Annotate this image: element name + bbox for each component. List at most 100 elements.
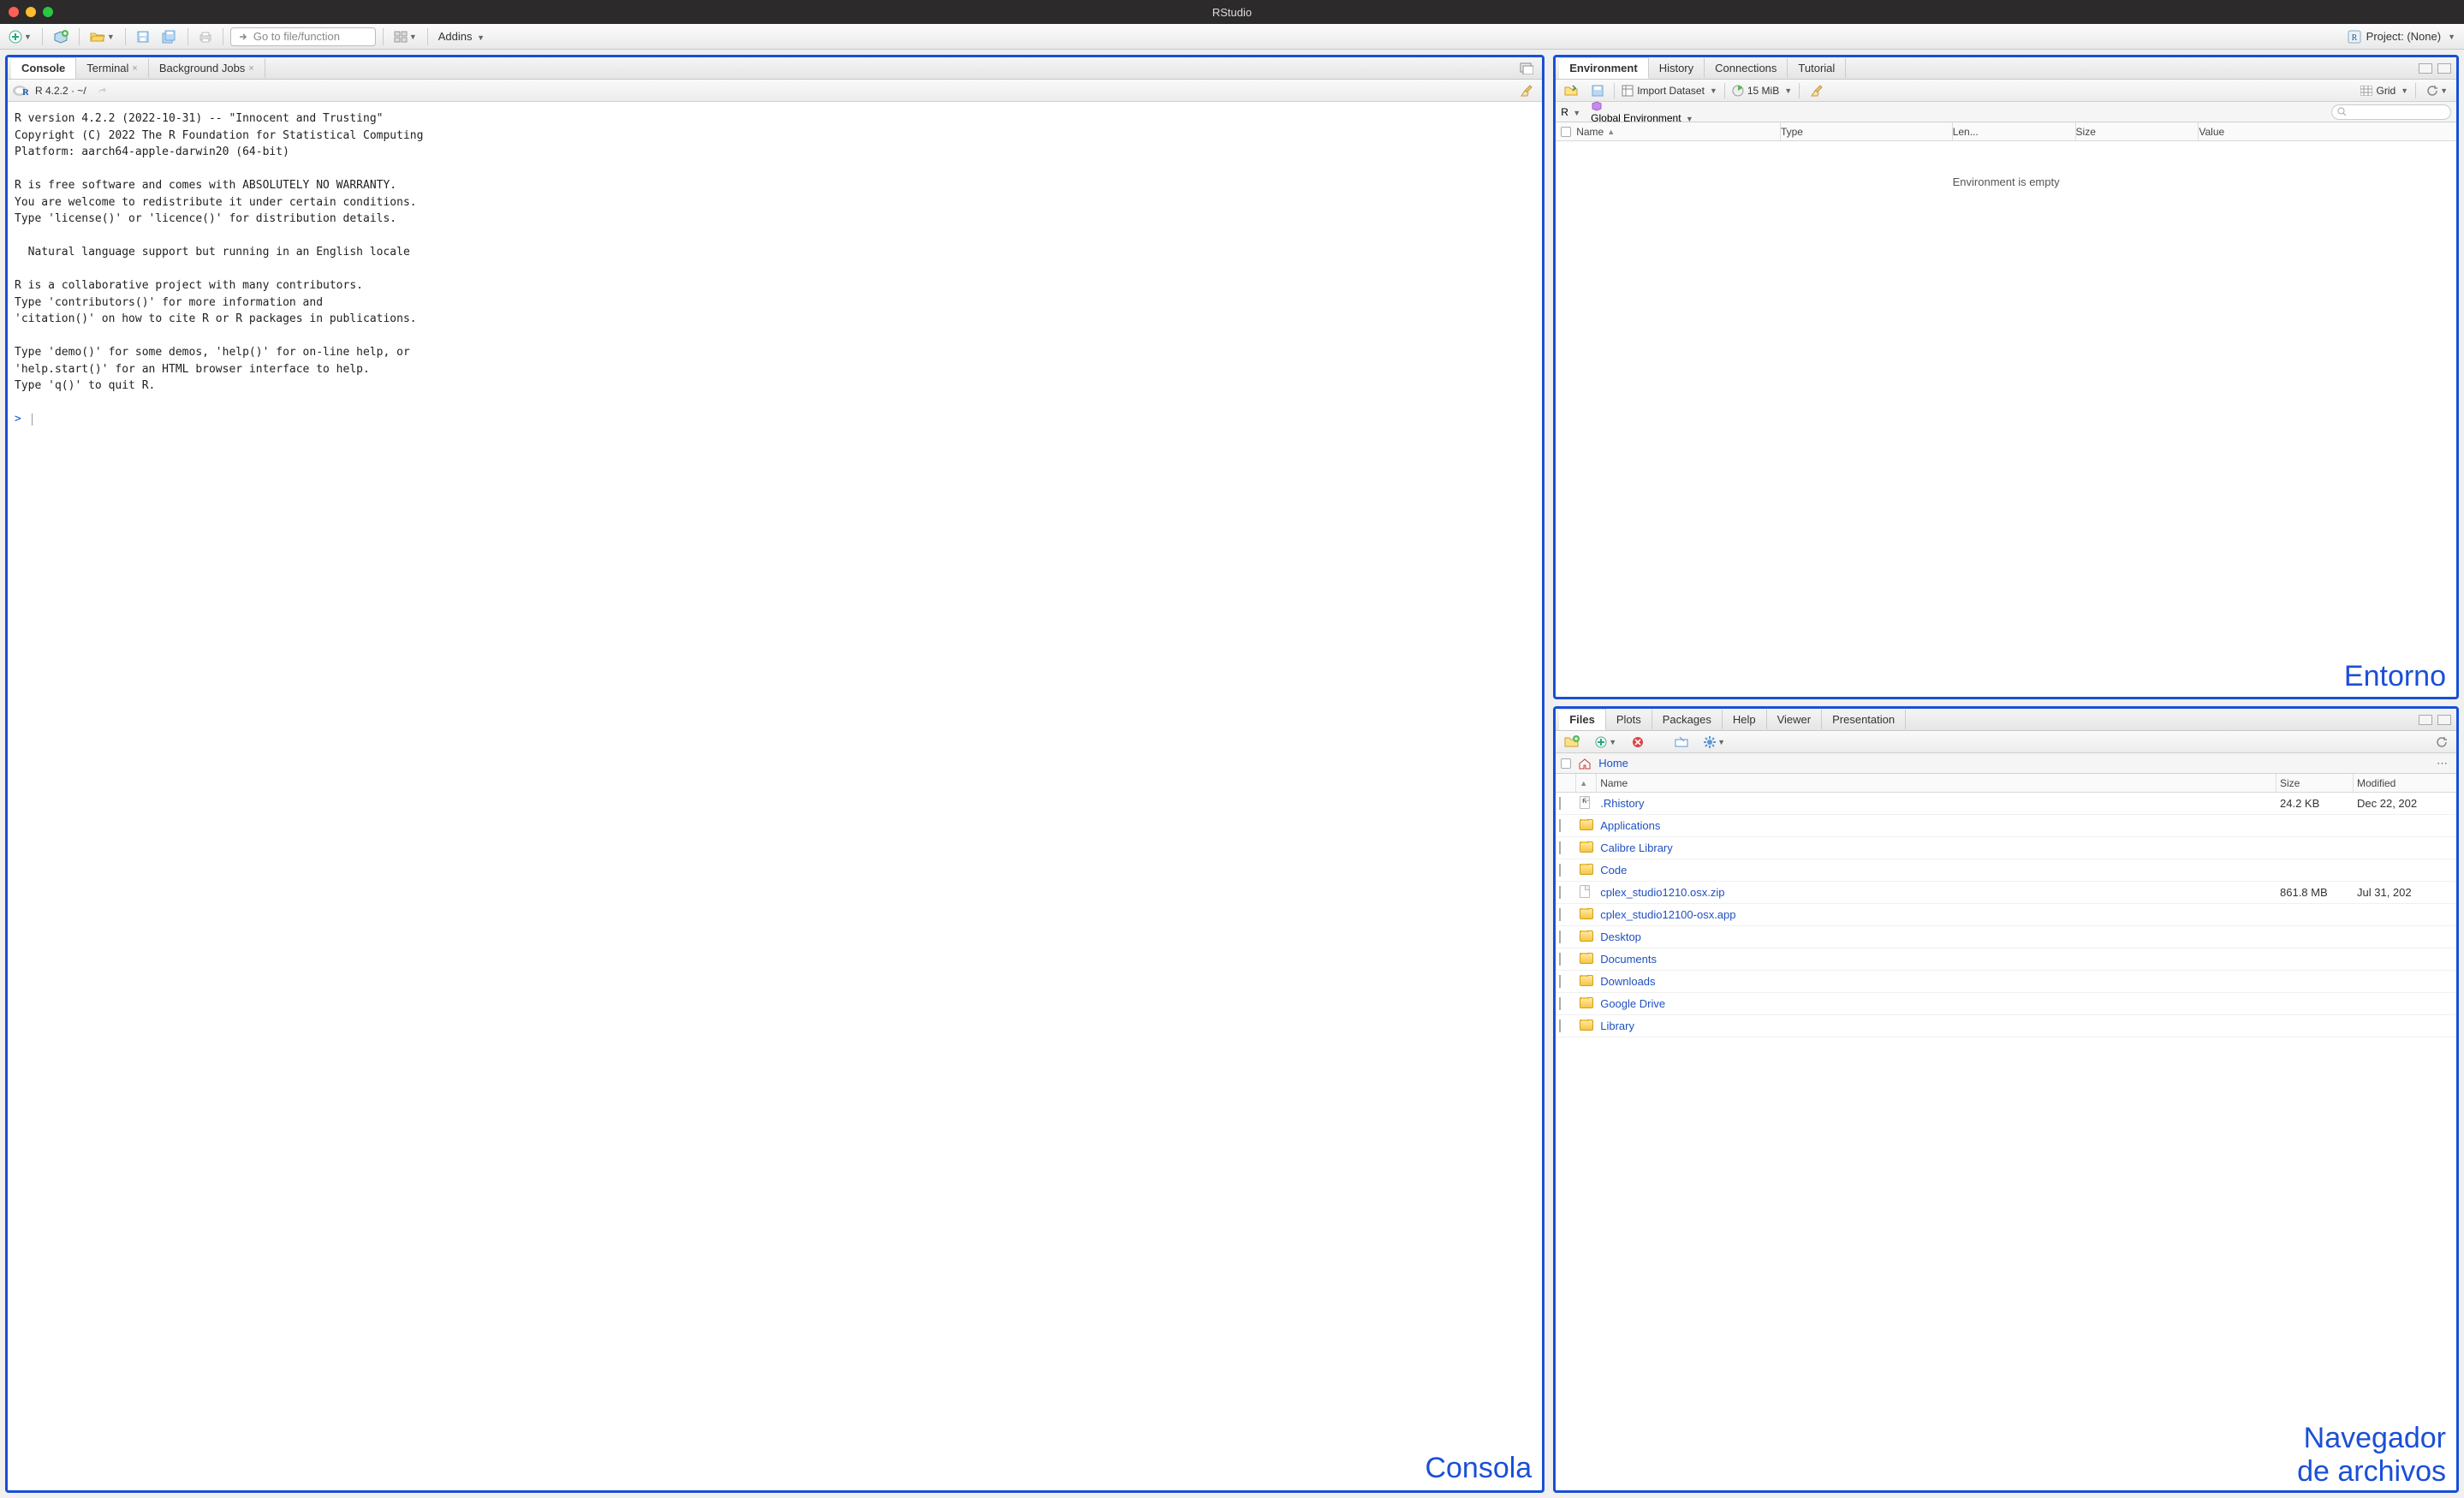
files-col-name[interactable]: Name — [1597, 774, 2277, 792]
open-file-button[interactable]: ▼ — [86, 28, 118, 45]
tab-terminal[interactable]: Terminal × — [76, 58, 149, 78]
files-col-size[interactable]: Size — [2277, 774, 2354, 792]
console-output[interactable]: R version 4.2.2 (2022-10-31) -- "Innocen… — [8, 102, 1542, 1490]
env-col-type[interactable]: Type — [1781, 122, 1953, 140]
project-label: Project: (None) — [2366, 30, 2441, 43]
file-checkbox[interactable] — [1559, 841, 1561, 854]
file-name-link[interactable]: Library — [1597, 1019, 2277, 1032]
rename-file-button[interactable] — [1671, 734, 1692, 750]
file-name-link[interactable]: Desktop — [1597, 930, 2277, 943]
file-checkbox[interactable] — [1559, 997, 1561, 1010]
pane-layout-button[interactable]: ▼ — [390, 29, 420, 45]
tab-viewer[interactable]: Viewer — [1767, 710, 1823, 729]
env-scope-button[interactable]: Global Environment ▼ — [1591, 100, 1693, 124]
tab-help[interactable]: Help — [1723, 710, 1767, 729]
refresh-env-button[interactable]: ▼ — [2423, 83, 2451, 98]
file-name-link[interactable]: .Rhistory — [1597, 797, 2277, 810]
minimize-window-button[interactable] — [26, 7, 36, 17]
tab-tutorial[interactable]: Tutorial — [1788, 58, 1846, 78]
file-checkbox[interactable] — [1559, 886, 1561, 899]
env-empty-state: Environment is empty — [1556, 141, 2456, 697]
files-tabstrip: Files Plots Packages Help Viewer Present… — [1556, 709, 2456, 731]
new-blank-file-button[interactable]: ▼ — [1592, 734, 1620, 750]
minimize-pane-button[interactable] — [2419, 63, 2432, 74]
select-all-files-checkbox[interactable] — [1561, 758, 1571, 769]
tab-console[interactable]: Console — [11, 56, 76, 79]
file-name-link[interactable]: cplex_studio12100-osx.app — [1597, 908, 2277, 921]
file-name-link[interactable]: Applications — [1597, 819, 2277, 832]
project-menu[interactable]: R Project: (None) ▼ — [2344, 30, 2459, 44]
file-name-link[interactable]: Documents — [1597, 953, 2277, 966]
new-file-button[interactable]: ▼ — [5, 28, 35, 45]
maximize-window-button[interactable] — [43, 7, 53, 17]
save-button[interactable] — [133, 28, 153, 45]
close-window-button[interactable] — [9, 7, 19, 17]
tab-files[interactable]: Files — [1559, 708, 1606, 730]
tab-background-jobs[interactable]: Background Jobs × — [149, 58, 265, 78]
file-name-link[interactable]: Calibre Library — [1597, 841, 2277, 854]
files-col-modified[interactable]: Modified — [2354, 774, 2456, 792]
console-subtitle: R 4.2.2 · ~/ — [35, 85, 86, 97]
addins-menu[interactable]: Addins ▼ — [435, 30, 488, 43]
clear-objects-button[interactable] — [1806, 82, 1827, 99]
language-scope-button[interactable]: R ▼ — [1561, 106, 1580, 118]
env-col-size[interactable]: Size — [2076, 122, 2199, 140]
select-all-checkbox[interactable] — [1561, 127, 1571, 137]
file-checkbox[interactable] — [1559, 797, 1561, 810]
maximize-pane-button[interactable] — [2437, 63, 2451, 74]
env-search-input[interactable] — [2331, 104, 2451, 120]
tab-connections[interactable]: Connections — [1705, 58, 1788, 78]
environment-pane: Environment History Connections Tutorial — [1553, 55, 2459, 699]
file-icon — [1580, 885, 1590, 898]
env-col-len[interactable]: Len... — [1953, 122, 2076, 140]
goto-file-function-box[interactable]: Go to file/function — [230, 27, 376, 46]
files-list[interactable]: R.Rhistory24.2 KBDec 22, 202Applications… — [1556, 793, 2456, 1490]
close-icon[interactable]: × — [248, 63, 253, 74]
file-checkbox[interactable] — [1559, 975, 1561, 988]
env-col-value[interactable]: Value — [2199, 122, 2451, 140]
cube-plus-icon — [53, 30, 68, 44]
file-checkbox[interactable] — [1559, 908, 1561, 921]
file-name-link[interactable]: Google Drive — [1597, 997, 2277, 1010]
view-mode-button[interactable]: Grid ▼ — [2360, 85, 2408, 97]
file-checkbox[interactable] — [1559, 864, 1561, 877]
more-file-actions-button[interactable]: ▼ — [1700, 734, 1729, 750]
addins-label: Addins — [438, 30, 473, 43]
file-checkbox[interactable] — [1559, 930, 1561, 943]
load-workspace-button[interactable] — [1561, 83, 1581, 98]
new-project-button[interactable] — [50, 28, 72, 45]
tab-environment[interactable]: Environment — [1559, 56, 1648, 79]
file-name-link[interactable]: Code — [1597, 864, 2277, 877]
file-name-link[interactable]: Downloads — [1597, 975, 2277, 988]
popout-pane-button[interactable] — [1516, 61, 1537, 76]
memory-usage-button[interactable]: 15 MiB ▼ — [1732, 85, 1792, 97]
save-workspace-button[interactable] — [1588, 83, 1607, 98]
delete-file-button[interactable] — [1628, 734, 1647, 750]
refresh-files-button[interactable] — [2432, 734, 2451, 750]
col-value-label: Value — [2199, 126, 2224, 138]
print-button[interactable] — [195, 29, 216, 45]
new-folder-button[interactable] — [1561, 734, 1583, 750]
clear-console-button[interactable] — [1516, 82, 1537, 99]
sort-asc-icon[interactable]: ▲ — [1580, 779, 1587, 788]
breadcrumb-home[interactable]: Home — [1598, 757, 1628, 770]
env-col-name[interactable]: Name ▲ — [1576, 122, 1781, 140]
save-all-button[interactable] — [158, 28, 181, 45]
file-checkbox[interactable] — [1559, 953, 1561, 966]
home-icon[interactable] — [1578, 758, 1592, 770]
maximize-pane-button[interactable] — [2437, 715, 2451, 725]
tab-presentation[interactable]: Presentation — [1822, 710, 1906, 729]
col-size-label: Size — [2076, 126, 2096, 138]
file-name-link[interactable]: cplex_studio1210.osx.zip — [1597, 886, 2277, 899]
breadcrumb-more-button[interactable]: ⋯ — [2437, 757, 2451, 770]
import-dataset-button[interactable]: Import Dataset ▼ — [1622, 85, 1717, 97]
plus-circle-icon — [9, 30, 22, 44]
file-checkbox[interactable] — [1559, 1019, 1561, 1032]
tab-plots[interactable]: Plots — [1606, 710, 1652, 729]
console-share-button[interactable] — [93, 84, 110, 98]
file-checkbox[interactable] — [1559, 819, 1561, 832]
tab-packages[interactable]: Packages — [1652, 710, 1723, 729]
close-icon[interactable]: × — [132, 63, 137, 74]
tab-history[interactable]: History — [1649, 58, 1705, 78]
minimize-pane-button[interactable] — [2419, 715, 2432, 725]
